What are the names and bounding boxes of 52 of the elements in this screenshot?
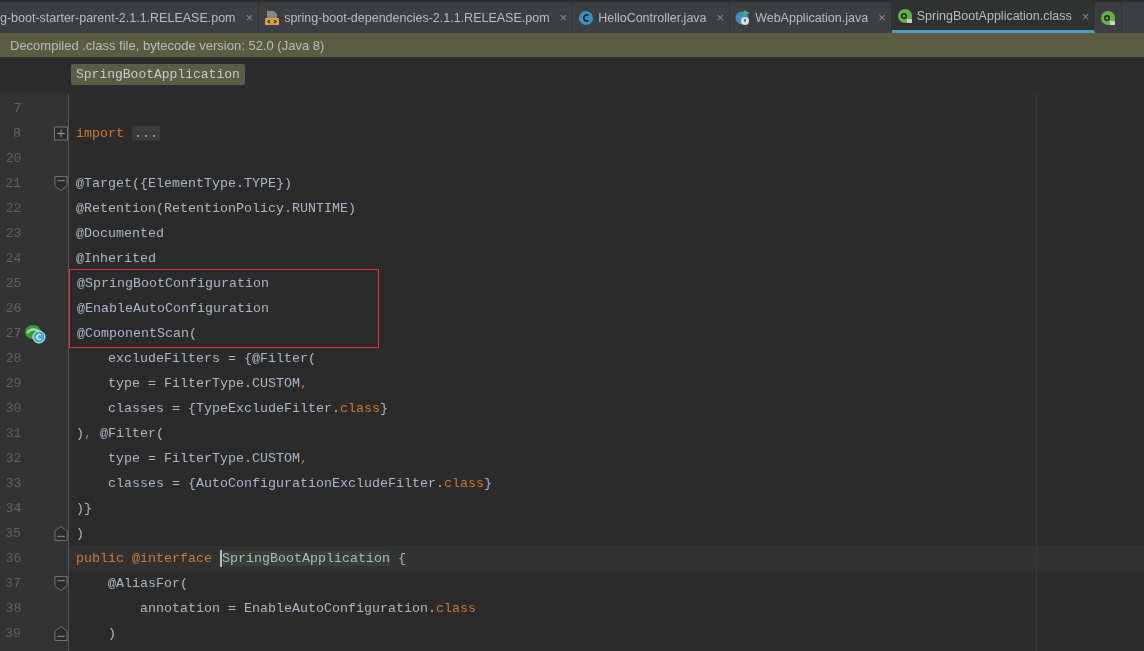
file-icon <box>264 9 281 26</box>
code-token: ) <box>107 626 116 641</box>
annotation-icon <box>896 8 913 24</box>
code-token: class <box>435 601 476 616</box>
code-token: @Retention(RetentionPolicy.RUNTIME) <box>76 201 356 216</box>
spring-bean-icon[interactable] <box>24 323 46 344</box>
code-token: @ComponentScan( <box>77 326 197 341</box>
runnable-class-icon <box>735 9 752 26</box>
collapse-fold-icon[interactable] <box>54 576 68 591</box>
code-token: ) <box>76 526 84 541</box>
decompiled-notice: Decompiled .class file, bytecode version: 52.0 (Java 8) <box>10 37 325 53</box>
code-token: public @interface <box>76 551 212 566</box>
code-token: class <box>443 476 484 491</box>
code-token: @Inherited <box>76 251 156 266</box>
breadcrumb-item[interactable]: SpringBootApplication <box>71 64 245 85</box>
code-token: classes = {TypeExcludeFilter. <box>107 401 340 416</box>
code-token: @AliasFor( <box>107 576 188 591</box>
text-cursor <box>220 550 222 567</box>
code-token: SpringBootApplication <box>222 551 390 566</box>
code-token: )} <box>76 501 92 516</box>
code-token: annotation = EnableAutoConfiguration. <box>139 601 436 616</box>
code-token: ... <box>132 126 160 141</box>
code-token: ) <box>76 426 84 441</box>
collapse-fold-icon[interactable] <box>54 176 68 191</box>
fold-end-icon[interactable] <box>54 626 68 641</box>
code-token: class <box>339 401 380 416</box>
code-token: , <box>299 376 308 391</box>
code-token: @Filter( <box>99 426 164 441</box>
code-token: excludeFilters = {@Filter( <box>107 351 316 366</box>
code-token: } <box>483 476 492 491</box>
code-token: @Documented <box>76 226 164 241</box>
editor-tab[interactable]: SpringBootApplication.class × <box>891 2 1096 33</box>
code-token: { <box>396 551 406 566</box>
close-tab-button[interactable]: × <box>245 10 254 25</box>
code-token: , <box>299 451 308 466</box>
code-token: type = FilterType.CUSTOM <box>107 451 300 466</box>
close-tab-button[interactable]: × <box>716 10 725 25</box>
close-tab-button[interactable]: × <box>559 10 568 25</box>
code-token: type = FilterType.CUSTOM <box>107 376 300 391</box>
code-token: @Target({ElementType.TYPE}) <box>76 176 292 191</box>
code-token: } <box>379 401 388 416</box>
code-token: , <box>84 426 92 441</box>
code-token: @EnableAutoConfiguration <box>77 301 269 316</box>
class-icon <box>578 9 595 26</box>
code-token: classes = {AutoConfigurationExcludeFilter. <box>107 476 444 491</box>
close-tab-button[interactable]: × <box>1081 8 1090 24</box>
annotation-icon <box>1100 9 1117 26</box>
close-tab-button[interactable]: × <box>878 10 886 25</box>
code-token: @SpringBootConfiguration <box>77 276 269 291</box>
code-token: import <box>76 126 124 141</box>
fold-end-icon[interactable] <box>54 526 68 541</box>
expand-fold-icon[interactable] <box>54 126 68 141</box>
